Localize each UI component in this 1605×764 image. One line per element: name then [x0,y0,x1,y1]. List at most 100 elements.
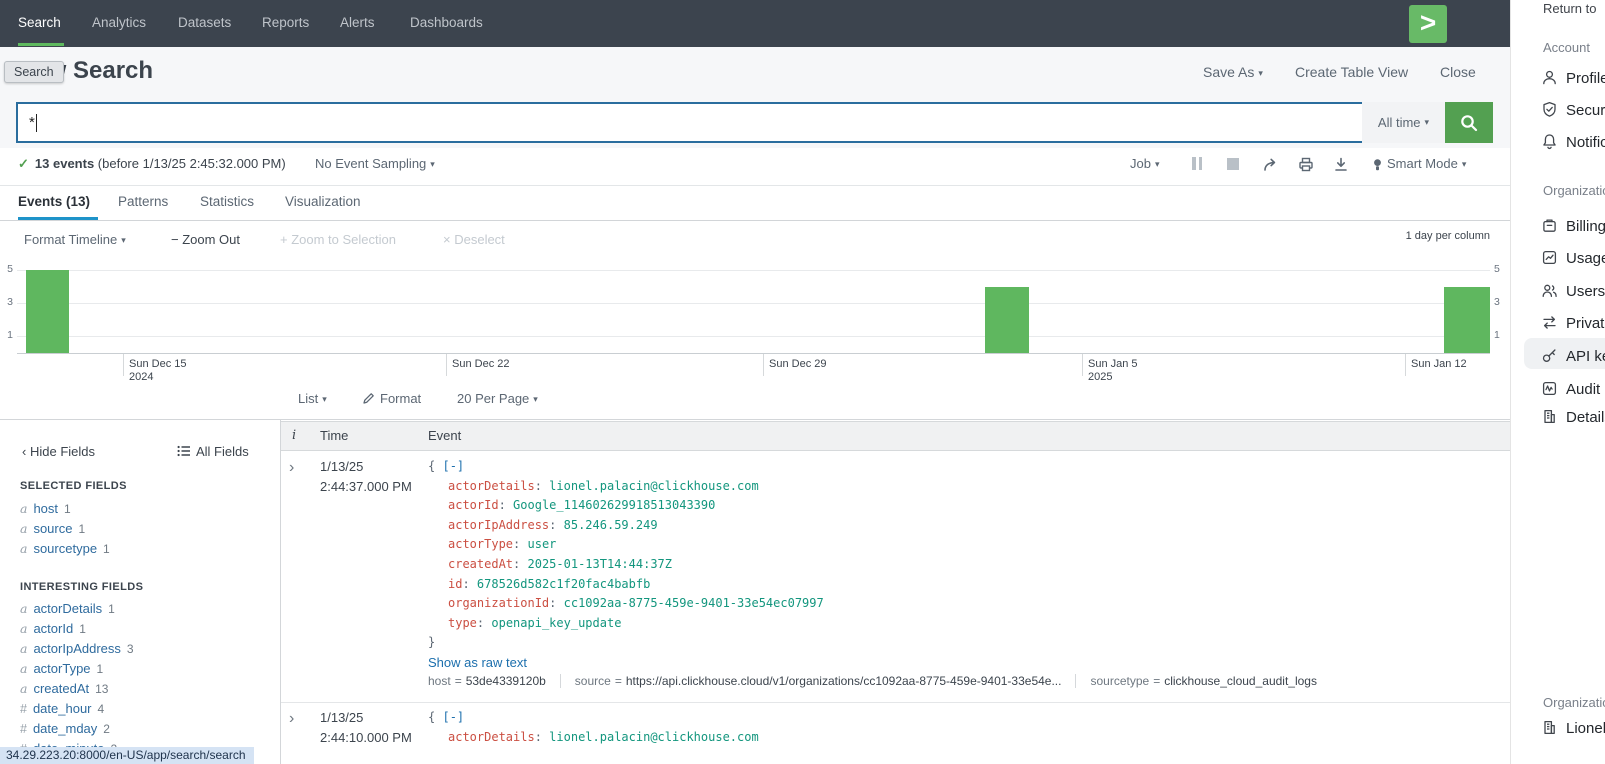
collapse-json-link[interactable]: [-] [442,710,464,724]
pencil-icon [362,392,375,405]
sidebar-item-private-endpoints[interactable]: Private endpoints [1566,315,1605,332]
nav-item-dashboards[interactable]: Dashboards [410,15,483,30]
sidebar-item-usage[interactable]: Usage [1566,250,1605,267]
export-button[interactable] [1334,157,1348,172]
share-button[interactable] [1263,157,1280,172]
caret-down-icon: ▾ [430,159,435,169]
main-nav: Search Analytics Datasets Reports Alerts… [0,0,1510,47]
y-axis-label: 1 [0,329,13,341]
timeline-scale-note: 1 day per column [1369,230,1490,242]
meta-host[interactable]: host=53de4339120b [428,674,560,688]
nav-item-alerts[interactable]: Alerts [340,15,375,30]
organization-section-heading: Organization [1543,183,1605,198]
json-field-line[interactable]: actorIpAddress: 85.246.59.249 [428,518,1503,538]
json-field-line[interactable]: id: 678526d582c1f20fac4babfb [428,577,1503,597]
sidebar-item-organization-lionel[interactable]: Lionel [1566,720,1605,737]
field-source[interactable]: asource1 [20,521,85,536]
zoom-out-button[interactable]: − Zoom Out [171,232,240,247]
event-json: { [-] actorDetails: lionel.palacin@click… [428,459,1503,655]
chart-baseline [17,353,1490,354]
show-raw-text-link[interactable]: Show as raw text [428,655,527,670]
tab-statistics[interactable]: Statistics [200,194,254,209]
search-query-text: * [29,114,35,131]
y-axis-label: 5 [1494,263,1500,275]
divider [0,185,1510,186]
format-results-button[interactable]: Format [362,391,421,406]
field-actorId[interactable]: aactorId1 [20,621,86,636]
json-field-line[interactable]: type: openapi_key_update [428,616,1503,636]
json-field-line[interactable]: createdAt: 2025-01-13T14:44:37Z [428,557,1503,577]
sidebar-item-api-keys[interactable]: API keys [1566,348,1605,365]
json-open-line: { [-] [428,459,1503,479]
sidebar-item-notifications[interactable]: Notifications [1566,134,1605,151]
nav-item-search[interactable]: Search [18,15,61,30]
json-field-line[interactable]: actorType: user [428,537,1503,557]
sidebar-item-profile[interactable]: Profile [1566,70,1605,87]
event-count: 13 events [35,156,94,171]
sidebar-item-security[interactable]: Security [1566,102,1605,119]
event-row-expander[interactable]: › [289,461,294,475]
all-fields-button[interactable]: All Fields [177,444,249,459]
save-as-button[interactable]: Save As▾ [1203,64,1263,80]
create-table-view-button[interactable]: Create Table View [1295,64,1408,80]
field-actorIpAddress[interactable]: aactorIpAddress3 [20,641,134,656]
json-field-line[interactable]: actorDetails: lionel.palacin@clickhouse.… [428,479,1503,499]
timeline-chart[interactable]: 113355Sun Dec 152024Sun Dec 22Sun Dec 29… [0,262,1510,382]
json-field-line[interactable]: actorId: Google_114602629918513043390 [428,498,1503,518]
sidebar-item-billing[interactable]: Billing [1566,218,1605,235]
print-button[interactable] [1298,157,1314,172]
string-field-icon: a [20,501,27,516]
per-page-dropdown[interactable]: 20 Per Page▾ [457,391,538,406]
event-sampling-dropdown[interactable]: No Event Sampling▾ [315,156,435,171]
search-submit-button[interactable] [1445,102,1493,143]
x-axis-label: Sun Dec 22 [452,358,509,371]
event-time: 2:44:37.000 PM [320,479,412,494]
arrows-icon [1541,314,1558,331]
hide-fields-button[interactable]: ‹ Hide Fields [22,444,95,459]
tab-events[interactable]: Events (13) [18,194,90,209]
job-menu[interactable]: Job▾ [1130,156,1160,171]
sidebar-item-details[interactable]: Details [1566,409,1605,426]
json-field-line[interactable]: actorDetails: lionel.palacin@clickhouse.… [428,730,1503,750]
nav-item-reports[interactable]: Reports [262,15,309,30]
json-field-line[interactable]: organizationId: cc1092aa-8775-459e-9401-… [428,596,1503,616]
field-host[interactable]: ahost1 [20,501,71,516]
shield-icon [1541,101,1558,118]
column-header-time[interactable]: Time [320,428,348,443]
return-link[interactable]: Return to [1543,1,1596,16]
event-row-expander[interactable]: › [289,712,294,726]
audit-icon [1541,380,1558,397]
sidebar-item-users[interactable]: Users [1566,283,1605,300]
list-view-dropdown[interactable]: List▾ [298,391,327,406]
meta-source[interactable]: source=https://api.clickhouse.cloud/v1/o… [560,674,1076,688]
minus-icon: − [171,232,179,247]
search-input[interactable]: * [16,102,1373,143]
zoom-to-selection-button: + Zoom to Selection [280,232,396,247]
field-sourcetype[interactable]: asourcetype1 [20,541,110,556]
field-date_mday[interactable]: #date_mday2 [20,721,110,736]
nav-item-analytics[interactable]: Analytics [92,15,146,30]
check-icon: ✓ [18,156,29,171]
timeline-bar[interactable] [1444,287,1490,353]
field-createdAt[interactable]: acreatedAt13 [20,681,108,696]
format-timeline-dropdown[interactable]: Format Timeline▾ [24,232,126,247]
timeline-bar[interactable] [985,287,1029,353]
timeline-bar[interactable] [26,270,69,353]
pause-button[interactable] [1192,157,1202,170]
tab-patterns[interactable]: Patterns [118,194,168,209]
tab-visualization[interactable]: Visualization [285,194,361,209]
close-button[interactable]: Close [1440,64,1476,80]
smart-mode-dropdown[interactable]: Smart Mode▾ [1387,156,1466,171]
result-time-note: (before 1/13/25 2:45:32.000 PM) [98,156,286,171]
field-actorDetails[interactable]: aactorDetails1 [20,601,115,616]
field-date_hour[interactable]: #date_hour4 [20,701,104,716]
sidebar-item-audit[interactable]: Audit [1566,381,1600,398]
stop-button[interactable] [1227,158,1239,170]
splunk-logo-icon[interactable]: > [1409,5,1447,43]
building-icon [1541,719,1558,736]
nav-item-datasets[interactable]: Datasets [178,15,231,30]
collapse-json-link[interactable]: [-] [442,459,464,473]
time-range-picker[interactable]: All time▾ [1362,102,1445,143]
field-actorType[interactable]: aactorType1 [20,661,103,676]
meta-sourcetype[interactable]: sourcetype=clickhouse_cloud_audit_logs [1075,674,1331,688]
